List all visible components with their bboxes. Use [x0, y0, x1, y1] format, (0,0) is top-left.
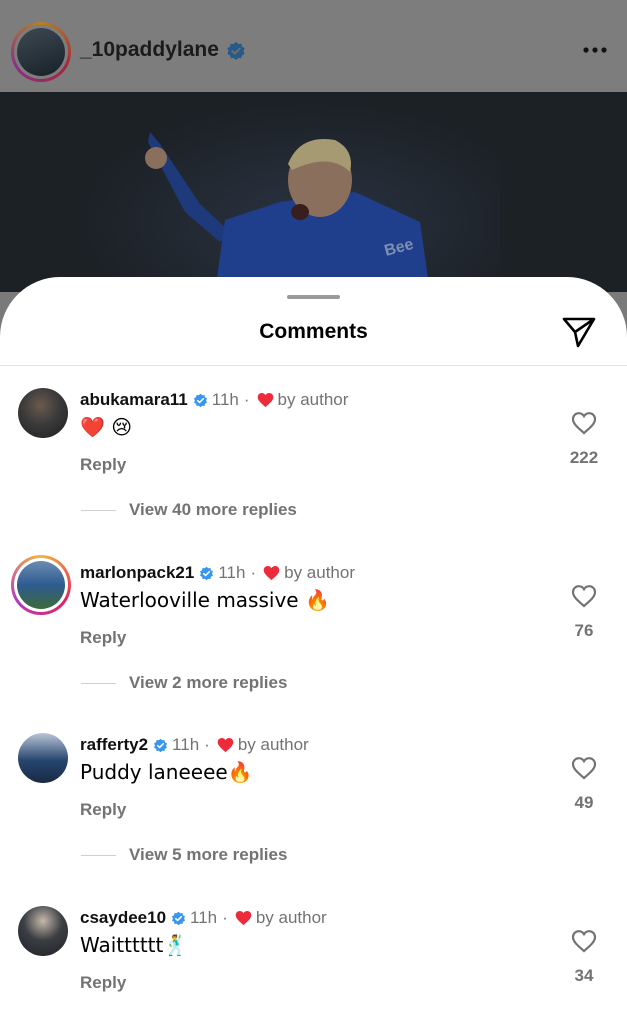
comment-time: 11h — [190, 908, 218, 927]
comment-meta: csaydee10 11h · by author — [80, 908, 327, 928]
heart-outline-icon[interactable] — [571, 411, 597, 435]
red-heart-icon — [263, 566, 280, 581]
comment-username[interactable]: marlonpack21 — [80, 563, 194, 583]
verified-badge-icon — [172, 911, 185, 925]
reply-button[interactable]: Reply — [80, 973, 126, 993]
liked-by-author-label: by author — [237, 735, 309, 754]
player-photo: Bee — [145, 132, 430, 292]
comment-text: Puddy laneeee🔥 — [80, 760, 253, 784]
verified-badge-icon — [154, 738, 167, 752]
comment-username[interactable]: abukamara11 — [80, 390, 188, 410]
avatar[interactable] — [18, 388, 68, 438]
heart-outline-icon[interactable] — [571, 756, 597, 780]
verified-badge-icon — [227, 42, 245, 60]
verified-badge-icon — [200, 566, 214, 580]
reply-button[interactable]: Reply — [80, 800, 126, 820]
avatar[interactable] — [18, 733, 68, 783]
comment-text: ❤️ 😢 — [80, 415, 133, 439]
view-more-replies-button[interactable]: View 2 more replies — [129, 673, 287, 693]
paper-plane-icon[interactable] — [561, 315, 597, 349]
comment-item: rafferty2 11h · by author Puddy laneeee🔥… — [0, 733, 627, 898]
comment-text: Waitttttt🕺 — [80, 933, 189, 957]
post-author-username[interactable]: _10paddylane — [80, 38, 219, 62]
red-heart-icon — [235, 911, 252, 926]
reply-button[interactable]: Reply — [80, 628, 126, 648]
red-heart-icon — [217, 738, 234, 753]
liked-by-author-label: by author — [284, 563, 356, 582]
comment-username[interactable]: rafferty2 — [80, 735, 148, 755]
replies-divider — [81, 510, 116, 511]
like-count: 49 — [574, 793, 594, 812]
like-count: 34 — [574, 966, 594, 985]
heart-outline-icon[interactable] — [571, 584, 597, 608]
comment-meta: abukamara11 11h · by author — [80, 390, 348, 410]
replies-divider — [81, 855, 116, 856]
verified-badge-icon — [193, 393, 207, 407]
meta-separator: · — [222, 908, 228, 927]
reply-button[interactable]: Reply — [80, 455, 126, 475]
comment-item: csaydee10 11h · by author Waitttttt🕺 Rep… — [0, 906, 627, 1024]
view-more-replies-button[interactable]: View 40 more replies — [129, 500, 297, 520]
comment-username[interactable]: csaydee10 — [80, 908, 166, 928]
liked-by-author-label: by author — [255, 908, 327, 927]
more-options-icon[interactable] — [582, 46, 608, 54]
meta-separator: · — [243, 390, 250, 409]
sheet-drag-handle[interactable] — [287, 295, 340, 299]
comment-time: 11h — [218, 563, 246, 582]
sheet-title: Comments — [259, 320, 368, 343]
view-more-replies-button[interactable]: View 5 more replies — [129, 845, 287, 865]
red-heart-icon — [257, 393, 273, 408]
comment-text: Waterlooville massive 🔥 — [80, 588, 330, 612]
meta-separator: · — [204, 735, 210, 754]
comments-sheet: Comments abukamara11 11h · by author ❤️ … — [0, 277, 627, 1024]
comment-meta: marlonpack21 11h · by author — [80, 563, 355, 583]
like-count: 222 — [569, 448, 599, 467]
comment-time: 11h — [211, 390, 239, 409]
meta-separator: · — [250, 563, 257, 582]
comment-item: marlonpack21 11h · by author Waterloovil… — [0, 555, 627, 726]
avatar[interactable] — [11, 555, 71, 615]
comment-meta: rafferty2 11h · by author — [80, 735, 309, 755]
post-header: _10paddylane — [0, 0, 627, 92]
liked-by-author-label: by author — [277, 390, 349, 409]
avatar[interactable] — [18, 906, 68, 956]
post-author-avatar[interactable] — [11, 22, 71, 82]
replies-divider — [81, 683, 116, 684]
heart-outline-icon[interactable] — [571, 929, 597, 953]
post-image: Bee — [0, 92, 627, 292]
comment-item: abukamara11 11h · by author ❤️ 😢 Reply 2… — [0, 388, 627, 553]
like-count: 76 — [574, 621, 594, 640]
sheet-divider — [0, 365, 627, 366]
comment-time: 11h — [172, 735, 200, 754]
